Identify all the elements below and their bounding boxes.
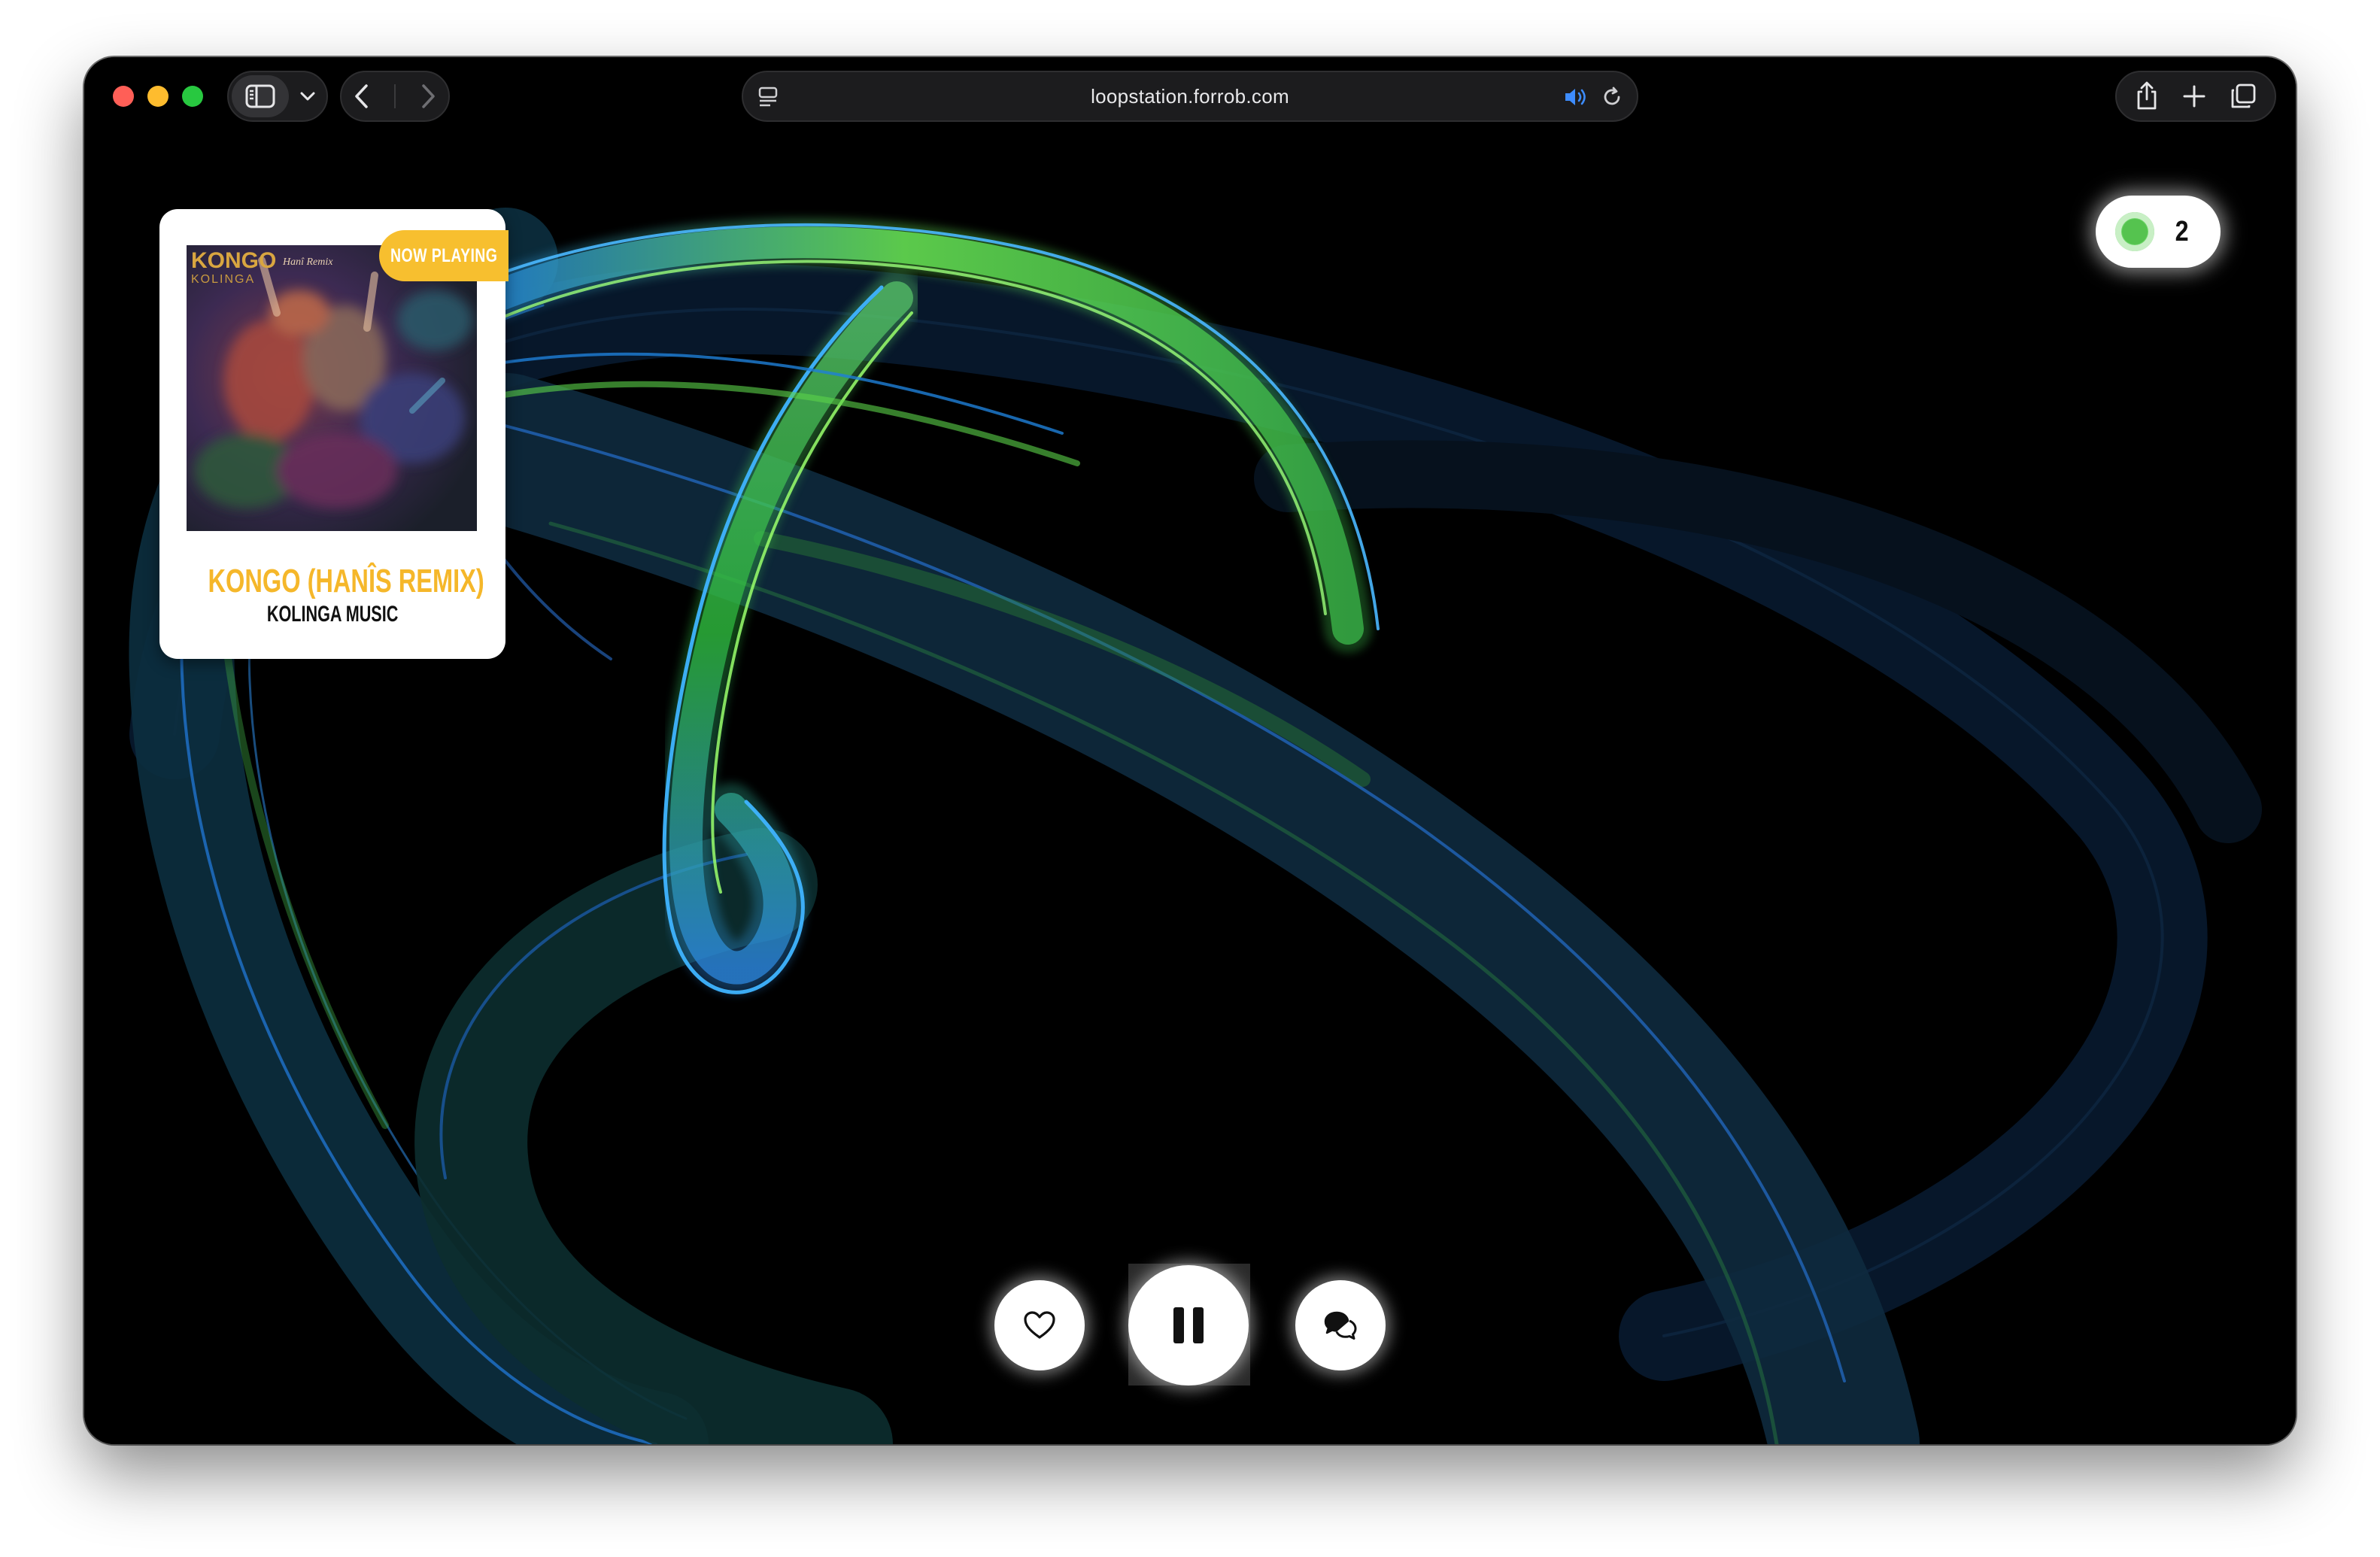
reload-icon[interactable] bbox=[1601, 86, 1623, 108]
listener-count-badge: 2 bbox=[2096, 196, 2221, 268]
track-title: KONGO (HANÎS REMIX) bbox=[208, 563, 484, 599]
zoom-window-button[interactable] bbox=[182, 86, 203, 107]
like-button[interactable] bbox=[994, 1280, 1085, 1370]
close-window-button[interactable] bbox=[113, 86, 134, 107]
sidebar-toggle-group bbox=[227, 71, 328, 122]
heart-icon bbox=[1024, 1311, 1055, 1339]
chat-button[interactable] bbox=[1295, 1280, 1386, 1370]
window-actions-group bbox=[2115, 71, 2276, 122]
minimize-window-button[interactable] bbox=[147, 86, 168, 107]
plus-icon[interactable] bbox=[2182, 84, 2206, 108]
chevron-left-icon[interactable] bbox=[354, 83, 370, 109]
live-indicator bbox=[2115, 212, 2154, 251]
address-bar[interactable]: loopstation.forrob.com bbox=[742, 71, 1638, 122]
track-artist: KOLINGA MUSIC bbox=[266, 602, 399, 627]
listener-count: 2 bbox=[2175, 215, 2189, 247]
pause-icon bbox=[1173, 1307, 1204, 1343]
play-pause-button[interactable] bbox=[1128, 1265, 1249, 1386]
cover-subtitle-text: Hanî Remix bbox=[282, 256, 333, 268]
browser-window: loopstation.forrob.com 2 KONGO Hanî Remi… bbox=[84, 57, 2296, 1444]
share-icon[interactable] bbox=[2135, 81, 2159, 111]
sidebar-icon[interactable] bbox=[232, 75, 289, 117]
address-bar-actions bbox=[1563, 86, 1623, 108]
now-playing-badge: NOW PLAYING bbox=[379, 230, 508, 281]
chevron-down-icon[interactable] bbox=[289, 91, 326, 102]
cover-artist-text: KONGO bbox=[191, 248, 276, 273]
album-cover: KONGO Hanî Remix KOLINGA bbox=[187, 245, 477, 531]
nav-divider bbox=[394, 84, 396, 108]
chevron-right-icon[interactable] bbox=[420, 83, 436, 109]
speaker-icon[interactable] bbox=[1563, 86, 1589, 108]
navigation-group bbox=[340, 71, 450, 122]
chat-icon bbox=[1324, 1311, 1357, 1340]
url-text: loopstation.forrob.com bbox=[1091, 84, 1289, 108]
tabs-overview-icon[interactable] bbox=[2230, 83, 2257, 110]
now-playing-card[interactable]: KONGO Hanî Remix KOLINGA NOW PLAYING KON… bbox=[159, 209, 508, 659]
cover-label-text: KOLINGA bbox=[191, 273, 255, 286]
